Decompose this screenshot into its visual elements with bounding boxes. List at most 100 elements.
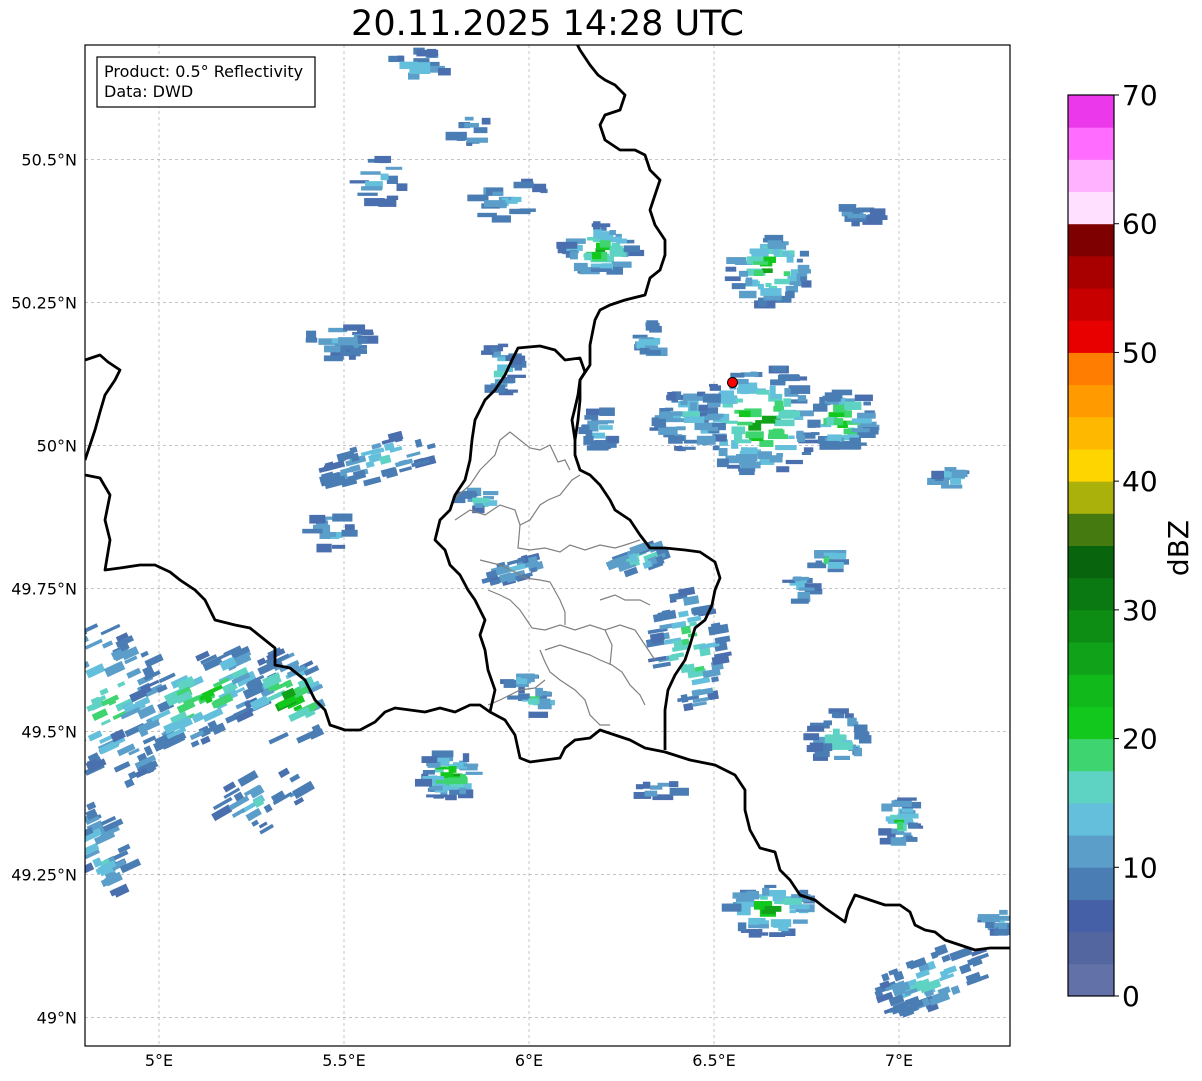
- reflectivity-echo: [815, 560, 823, 569]
- reflectivity-echo: [513, 181, 534, 189]
- reflectivity-echo: [60, 699, 81, 714]
- colorbar-segment: [1068, 288, 1114, 321]
- reflectivity-echo: [332, 544, 346, 549]
- colorbar-segment: [1068, 513, 1114, 546]
- lat-tick-label: 50°N: [37, 436, 77, 455]
- reflectivity-echo: [503, 680, 516, 688]
- reflectivity-echo: [663, 411, 683, 416]
- reflectivity-echo: [85, 854, 87, 866]
- colorbar-segment: [1068, 159, 1114, 193]
- reflectivity-echo: [739, 290, 757, 299]
- info-data-source: Data: DWD: [104, 82, 193, 101]
- reflectivity-echo: [644, 790, 658, 797]
- reflectivity-echo: [639, 347, 650, 355]
- reflectivity-echo: [809, 742, 824, 752]
- reflectivity-echo: [745, 431, 764, 439]
- reflectivity-echo: [831, 711, 840, 718]
- reflectivity-echo: [774, 400, 784, 410]
- reflectivity-echo: [696, 435, 716, 445]
- reflectivity-echo: [731, 283, 746, 290]
- lat-tick-labels: 49°N 49.25°N 49.5°N 49.75°N 50°N 50.25°N 50.5°…: [11, 150, 77, 1027]
- reflectivity-echo: [787, 290, 795, 298]
- reflectivity-echo: [357, 192, 378, 196]
- reflectivity-echo: [658, 426, 678, 435]
- reflectivity-echo: [683, 439, 698, 444]
- reflectivity-echo: [797, 395, 807, 402]
- reflectivity-echo: [426, 794, 448, 798]
- colorbar-segment: [1068, 867, 1114, 900]
- reflectivity-echo: [854, 394, 873, 402]
- reflectivity-echo: [807, 725, 825, 732]
- reflectivity-echo: [782, 579, 796, 583]
- reflectivity-echo: [348, 355, 356, 360]
- lat-tick-label: 49.75°N: [11, 579, 77, 598]
- reflectivity-echo: [599, 425, 613, 430]
- reflectivity-echo: [421, 756, 438, 764]
- colorbar-tick-label: 10: [1122, 851, 1158, 884]
- reflectivity-echo: [669, 787, 689, 796]
- reflectivity-echo: [385, 166, 403, 170]
- colorbar-tick-label: 0: [1122, 980, 1140, 1013]
- colorbar-segment: [1068, 384, 1114, 418]
- reflectivity-echo: [492, 191, 504, 196]
- reflectivity-echo: [774, 419, 795, 427]
- reflectivity-echo: [789, 904, 810, 910]
- reflectivity-echo: [358, 337, 368, 344]
- reflectivity-echo: [396, 183, 408, 191]
- reflectivity-echo: [824, 392, 843, 399]
- reflectivity-echo: [702, 393, 721, 403]
- lon-tick-labels: 5°E 5.5°E 6°E 6.5°E 7°E: [145, 1051, 913, 1070]
- lon-tick-label: 6.5°E: [692, 1051, 736, 1070]
- reflectivity-echo: [798, 587, 815, 591]
- reflectivity-echo: [778, 923, 789, 932]
- reflectivity-echo: [951, 469, 968, 478]
- lat-tick-label: 49.25°N: [11, 865, 77, 884]
- reflectivity-echo: [676, 426, 686, 431]
- reflectivity-echo: [683, 416, 705, 423]
- reflectivity-echo: [891, 800, 912, 807]
- reflectivity-echo: [801, 451, 812, 456]
- reflectivity-echo: [735, 439, 752, 444]
- reflectivity-echo: [770, 394, 782, 399]
- reflectivity-echo: [726, 257, 747, 265]
- reflectivity-echo: [532, 183, 547, 193]
- reflectivity-echo: [583, 254, 594, 258]
- reflectivity-echo: [788, 435, 795, 440]
- reflectivity-echo: [609, 230, 616, 236]
- reflectivity-echo: [74, 851, 84, 858]
- reflectivity-echo: [54, 690, 68, 702]
- colorbar-segment: [1068, 352, 1114, 386]
- reflectivity-echo: [905, 835, 913, 839]
- colorbar-segment: [1068, 802, 1114, 836]
- reflectivity-echo: [827, 434, 842, 442]
- reflectivity-echo: [796, 258, 803, 263]
- reflectivity-echo: [753, 261, 769, 265]
- colorbar-segment: [1068, 255, 1114, 289]
- reflectivity-echo: [999, 909, 1008, 915]
- reflectivity-echo: [980, 917, 1001, 922]
- reflectivity-echo: [776, 466, 790, 473]
- reflectivity-echo: [847, 717, 857, 726]
- reflectivity-echo: [648, 349, 661, 356]
- lon-tick-label: 5.5°E: [322, 1051, 366, 1070]
- colorbar-tick-label: 60: [1122, 208, 1158, 241]
- reflectivity-echo: [738, 410, 751, 418]
- reflectivity-echo: [507, 374, 526, 378]
- reflectivity-echo: [714, 434, 727, 442]
- reflectivity-echo: [823, 552, 838, 557]
- reflectivity-echo: [323, 355, 343, 362]
- reflectivity-echo: [755, 420, 776, 424]
- reflectivity-echo: [681, 411, 701, 418]
- reflectivity-echo: [769, 385, 776, 395]
- reflectivity-echo: [596, 420, 614, 424]
- reflectivity-echo: [777, 374, 800, 382]
- colorbar-segment: [1068, 738, 1114, 772]
- reflectivity-echo: [302, 528, 323, 534]
- reflectivity-echo: [897, 813, 919, 819]
- colorbar-segment: [1068, 899, 1114, 933]
- reflectivity-echo: [718, 448, 728, 457]
- reflectivity-echo: [765, 283, 772, 288]
- reflectivity-echo: [740, 461, 761, 469]
- reflectivity-echo: [654, 418, 667, 428]
- reflectivity-echo: [445, 794, 457, 801]
